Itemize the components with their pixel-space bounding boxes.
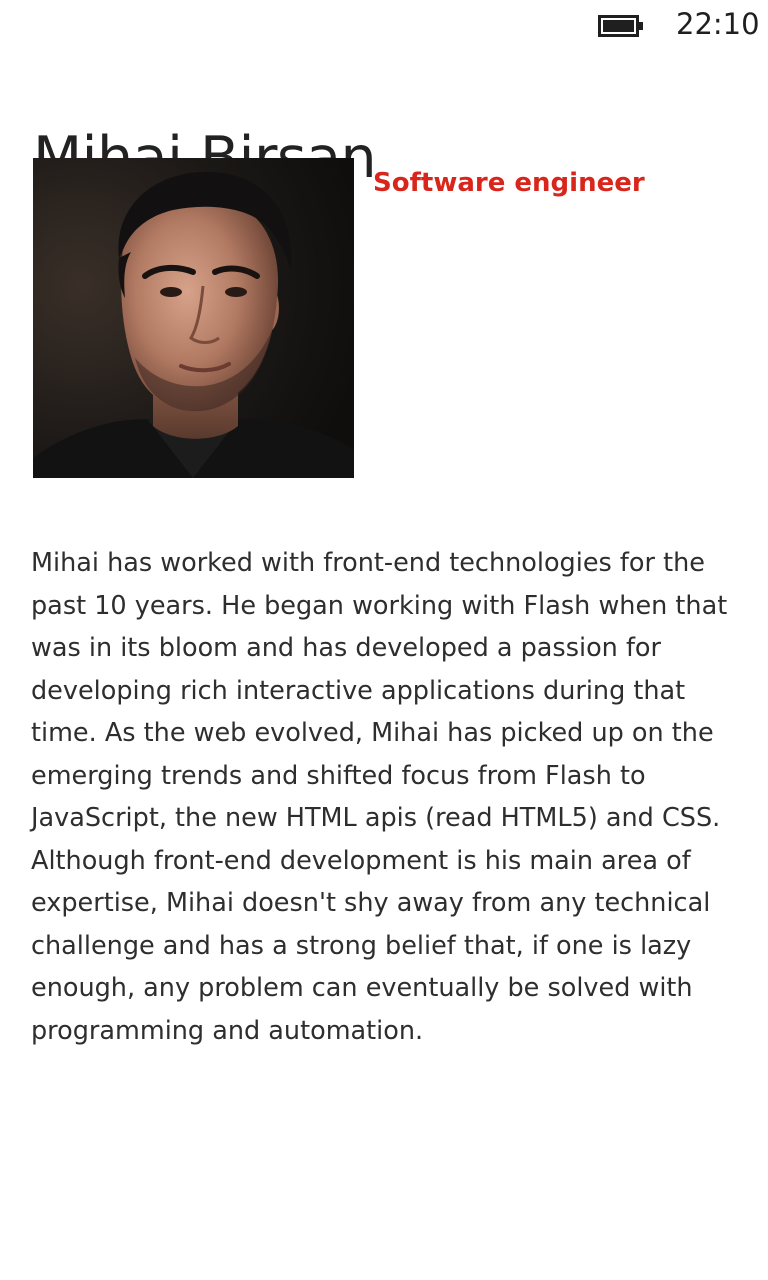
bio-text: Mihai has worked with front-end technolo…: [31, 542, 749, 1052]
status-clock: 22:10: [676, 7, 760, 41]
status-bar: 22:10: [0, 0, 768, 52]
bio-paragraph: Mihai has worked with front-end technolo…: [31, 548, 728, 833]
profile-photo: [33, 158, 354, 478]
battery-icon: [598, 15, 644, 37]
bio-paragraph: Although front-end development is his ma…: [31, 845, 711, 1046]
job-title: Software engineer: [373, 168, 645, 198]
